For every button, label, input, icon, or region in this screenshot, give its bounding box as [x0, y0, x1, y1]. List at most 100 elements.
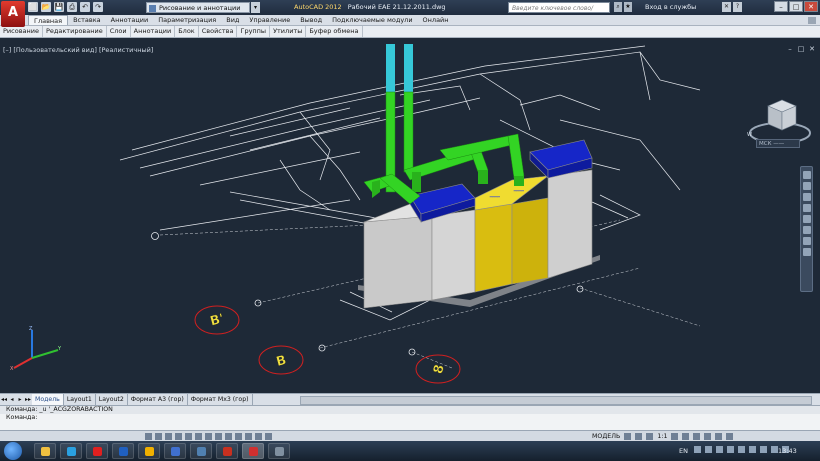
tray-icon-3[interactable] [716, 446, 723, 453]
qat-button-1[interactable]: 📂 [41, 2, 51, 12]
tab-8[interactable]: Онлайн [418, 15, 454, 25]
clean-screen-icon[interactable] [726, 433, 734, 440]
tab-7[interactable]: Подключаемые модули [327, 15, 417, 25]
taskbar-app-app-gray[interactable] [268, 443, 290, 459]
clock[interactable]: 13:43 [778, 447, 797, 455]
tab-3[interactable]: Параметризация [153, 15, 221, 25]
taskbar-app-autocad[interactable] [242, 443, 264, 459]
maximize-button[interactable]: □ [789, 1, 803, 12]
transparency-toggle-icon[interactable] [245, 433, 252, 440]
taskbar-app-chrome[interactable] [138, 443, 160, 459]
ribbon-panel-3[interactable]: Аннотации [131, 26, 176, 37]
close-button[interactable]: ✕ [804, 1, 818, 12]
qat-button-4[interactable]: ↶ [80, 2, 90, 12]
3dosnap-toggle-icon[interactable] [195, 433, 202, 440]
ribbon-panel-1[interactable]: Редактирование [43, 26, 107, 37]
tray-icon-1[interactable] [694, 446, 701, 453]
isolate-objects-icon[interactable] [715, 433, 723, 440]
tab-0[interactable]: Главная [28, 15, 69, 25]
viewport-minimize-button[interactable]: – [786, 45, 794, 53]
start-button[interactable] [4, 442, 22, 460]
ribbon-panel-2[interactable]: Слои [107, 26, 131, 37]
dyn-toggle-icon[interactable] [225, 433, 232, 440]
tab-4[interactable]: Вид [221, 15, 244, 25]
tab-2[interactable]: Аннотации [106, 15, 154, 25]
command-prompt[interactable]: Команда: [0, 414, 820, 422]
qat-button-5[interactable]: ↷ [93, 2, 103, 12]
workspace-dropdown-button[interactable]: ▾ [251, 2, 260, 13]
drawing-viewport[interactable]: ━━━━ ━━━━ В' В 8 Z X Y [–] [Пользователь… [0, 38, 820, 393]
pipe-drop-3 [412, 172, 421, 192]
annotation-scale[interactable]: 1:1 [657, 433, 667, 440]
viewport-restore-button[interactable]: □ [797, 45, 805, 53]
qp-toggle-icon[interactable] [255, 433, 262, 440]
taskbar-app-app-blue[interactable] [164, 443, 186, 459]
binoculars-icon[interactable]: ⌕ [614, 2, 622, 12]
taskbar-app-outlook[interactable] [112, 443, 134, 459]
login-button[interactable]: Вход в службы [645, 3, 696, 11]
help-icon[interactable]: ? [733, 2, 742, 12]
tab-1[interactable]: Вставка [68, 15, 106, 25]
minimize-button[interactable]: – [774, 1, 788, 12]
tray-icon-4[interactable] [727, 446, 734, 453]
model-button[interactable]: МОДЕЛЬ [592, 433, 620, 440]
otrack-toggle-icon[interactable] [205, 433, 212, 440]
wcs-dropdown[interactable]: МСК —— [756, 139, 800, 148]
showmotion-icon[interactable] [802, 215, 811, 223]
ribbon-panel-0[interactable]: Рисование [0, 26, 43, 37]
taskbar-app-pdf[interactable] [216, 443, 238, 459]
annotation-scale-icon[interactable] [646, 433, 654, 440]
exchange-icon[interactable]: ✕ [722, 2, 731, 12]
drawing-canvas[interactable]: ━━━━ ━━━━ В' В 8 Z X Y [0, 38, 820, 393]
snap-toggle-icon[interactable] [145, 433, 152, 440]
quickview-drawings-icon[interactable] [635, 433, 643, 440]
ribbon-minimize-icon[interactable] [808, 17, 816, 24]
workspace-switch-icon[interactable] [682, 433, 690, 440]
qat-button-3[interactable]: ⎙ [67, 2, 77, 12]
sc-toggle-icon[interactable] [265, 433, 272, 440]
ribbon-panel-5[interactable]: Свойства [199, 26, 238, 37]
language-indicator[interactable]: EN [679, 447, 688, 455]
tray-icon-5[interactable] [738, 446, 745, 453]
horizontal-scrollbar[interactable] [300, 396, 812, 405]
ribbon-panel-6[interactable]: Группы [237, 26, 271, 37]
qat-button-2[interactable]: 💾 [54, 2, 64, 12]
zoom-icon[interactable] [802, 193, 811, 201]
ortho-toggle-icon[interactable] [165, 433, 172, 440]
taskbar-app-media[interactable] [60, 443, 82, 459]
hardware-acceleration-icon[interactable] [704, 433, 712, 440]
tab-5[interactable]: Управление [244, 15, 295, 25]
quickview-layouts-icon[interactable] [624, 433, 632, 440]
ribbon-panel-4[interactable]: Блок [175, 26, 199, 37]
ribbon-panel-7[interactable]: Утилиты [270, 26, 307, 37]
tab-6[interactable]: Вывод [295, 15, 327, 25]
taskbar-app-opera[interactable] [86, 443, 108, 459]
taskbar-app-explorer[interactable] [34, 443, 56, 459]
tray-icon-2[interactable] [705, 446, 712, 453]
lock-icon[interactable] [693, 433, 701, 440]
pan-icon[interactable] [802, 182, 811, 190]
osnap-toggle-icon[interactable] [185, 433, 192, 440]
ducs-toggle-icon[interactable] [215, 433, 222, 440]
taskbar-app-app-grid[interactable] [190, 443, 212, 459]
search-input[interactable]: Введите ключевое слово/фразу [508, 2, 610, 23]
look-icon[interactable] [802, 226, 811, 234]
walk-icon[interactable] [802, 237, 811, 245]
viewport-label[interactable]: [–] [Пользовательский вид] [Реалистичный… [3, 46, 153, 54]
workspace-selector[interactable]: Рисование и аннотации [146, 2, 250, 13]
star-icon[interactable]: ★ [624, 2, 632, 12]
application-menu-button[interactable]: A [1, 1, 25, 27]
annotation-visibility-icon[interactable] [671, 433, 679, 440]
orbit-icon[interactable] [802, 204, 811, 212]
tray-icon-8[interactable] [771, 446, 778, 453]
grid-toggle-icon[interactable] [155, 433, 162, 440]
tray-icon-7[interactable] [760, 446, 767, 453]
ribbon-panel-8[interactable]: Буфер обмена [306, 26, 363, 37]
lineweight-toggle-icon[interactable] [235, 433, 242, 440]
steering-wheel-icon[interactable] [802, 171, 811, 179]
polar-toggle-icon[interactable] [175, 433, 182, 440]
viewport-close-button[interactable]: ✕ [808, 45, 816, 53]
qat-button-0[interactable]: ⬜ [28, 2, 38, 12]
navbar-menu-icon[interactable] [802, 248, 811, 256]
tray-icon-6[interactable] [749, 446, 756, 453]
